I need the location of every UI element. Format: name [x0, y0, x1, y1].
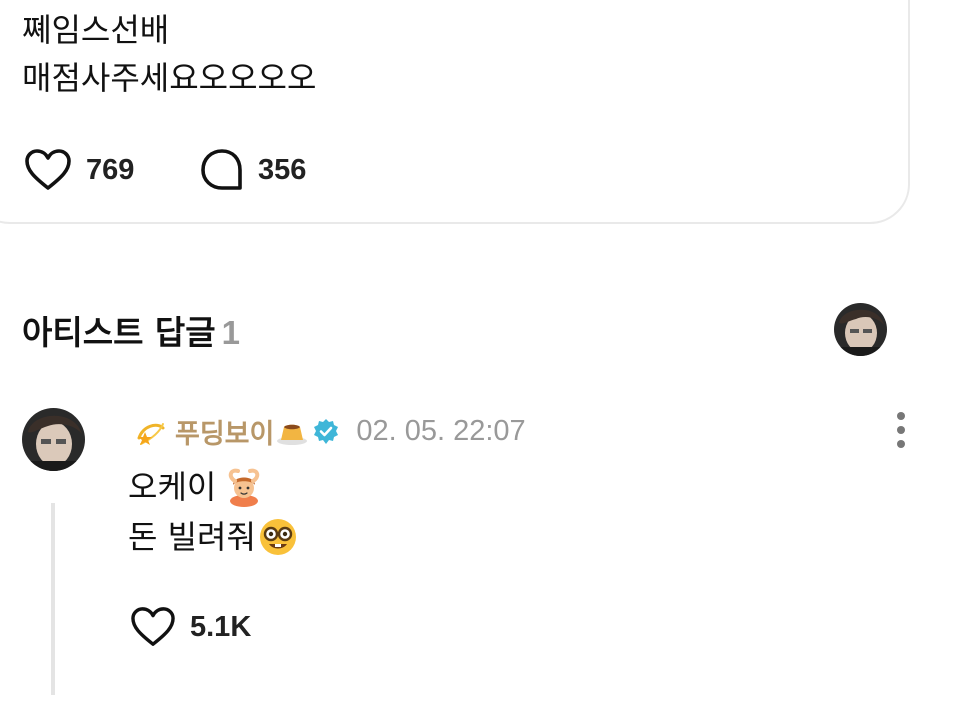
thread-line [51, 503, 55, 695]
reply-like-count: 5.1K [190, 610, 252, 643]
artist-avatar[interactable] [834, 303, 887, 356]
reply-meta: 푸딩보이 02. 05. 22:07 [135, 412, 526, 451]
reply-timestamp: 02. 05. 22:07 [356, 415, 526, 447]
reply-like-button[interactable]: 5.1K [130, 606, 251, 648]
post-like-button[interactable]: 769 [24, 148, 134, 192]
reply-line: 오케이 [128, 462, 298, 512]
reply-count: 1 [221, 314, 241, 351]
verified-badge-icon [314, 418, 339, 444]
comment-icon [201, 149, 242, 190]
post-body: 쪠임스선배 매점사주세요오오오오 [22, 6, 316, 102]
reply-username[interactable]: 푸딩보이 [175, 412, 274, 451]
heart-icon [25, 149, 71, 190]
reply-line: 돈 빌려줘 [128, 512, 298, 562]
more-options-icon[interactable] [890, 410, 912, 450]
post-comment-count: 356 [258, 153, 307, 186]
pudding-icon [277, 424, 308, 445]
post-line: 쪠임스선배 [22, 11, 170, 49]
reply-body: 오케이 돈 빌려줘 [128, 462, 298, 562]
dizzy-icon [137, 422, 165, 445]
artist-replies-header: 아티스트 답글 1 [22, 306, 240, 354]
reply-line-text: 오케이 [128, 468, 217, 506]
post-line: 매점사주세요오오오오 [22, 59, 317, 97]
post-like-count: 769 [86, 153, 135, 186]
reply-line-text: 돈 빌려줘 [128, 518, 256, 556]
post-comment-button[interactable]: 356 [200, 148, 306, 192]
section-title: 아티스트 답글 [22, 313, 216, 352]
heart-icon [131, 607, 175, 646]
nerd-face-icon [259, 519, 296, 555]
person-gesturing-ok-icon [229, 468, 260, 507]
reply-author-avatar[interactable] [22, 408, 85, 471]
